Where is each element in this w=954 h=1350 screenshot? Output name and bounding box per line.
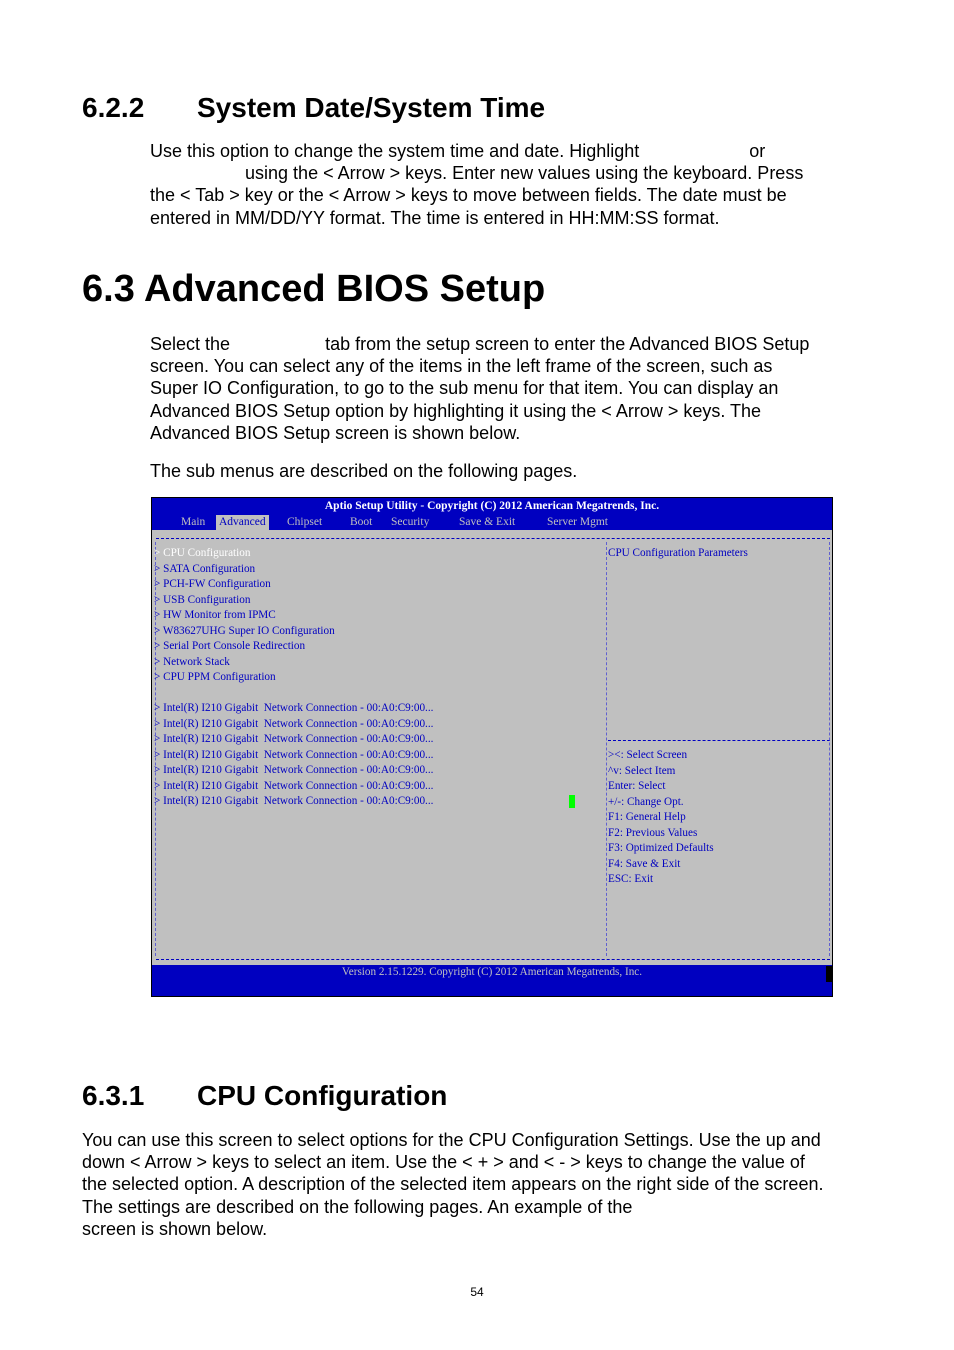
- bios-menu-item[interactable]: > USB Configuration: [154, 593, 250, 609]
- bios-menu-item[interactable]: > W83627UHG Super IO Configuration: [154, 624, 335, 640]
- bios-version-footer: Version 2.15.1229. Copyright (C) 2012 Am…: [341, 966, 643, 978]
- tab-server-mgmt[interactable]: Server Mgmt: [544, 515, 611, 530]
- paragraph-line: Advanced BIOS Setup option by highlighti…: [150, 400, 762, 421]
- key-help-line: F2: Previous Values: [608, 826, 698, 839]
- bios-menu-item[interactable]: > Network Stack: [154, 655, 230, 671]
- bios-body: > CPU Configuration > SATA Configuration >…: [152, 530, 832, 965]
- section-number: 6.2.2: [82, 92, 145, 123]
- tab-security[interactable]: Security: [388, 515, 432, 530]
- tab-chipset[interactable]: Chipset: [284, 515, 325, 530]
- tab-main[interactable]: Main: [178, 515, 208, 530]
- paragraph-line: Use this option to change the system tim…: [150, 141, 766, 161]
- bios-menu-item[interactable]: > Intel(R) I210 Gigabit Network Connecti…: [154, 763, 433, 779]
- bios-menu-item[interactable]: > Intel(R) I210 Gigabit Network Connecti…: [154, 779, 433, 795]
- footer-block: [826, 966, 832, 982]
- right-border: [829, 542, 830, 956]
- bios-menu-item[interactable]: > Intel(R) I210 Gigabit Network Connecti…: [154, 748, 433, 764]
- bios-menu-item[interactable]: > Intel(R) I210 Gigabit Network Connecti…: [154, 794, 433, 810]
- paragraph-line: the selected option. A description of th…: [82, 1174, 824, 1195]
- key-help-line: ESC: Exit: [608, 873, 654, 885]
- help-separator: [608, 740, 830, 741]
- paragraph-line: Super IO Configuration, to go to the sub…: [150, 378, 779, 399]
- bios-menu-item[interactable]: > Serial Port Console Redirection: [154, 639, 305, 655]
- key-help-line: +/-: Change Opt.: [608, 795, 684, 808]
- paragraph-line: The sub menus are described on the follo…: [150, 461, 578, 481]
- tab-save-exit[interactable]: Save & Exit: [456, 515, 518, 530]
- key-help-line: ^v: Select Item: [608, 764, 676, 777]
- paragraph-line: using the < Arrow > keys. Enter new valu…: [150, 163, 804, 184]
- key-help-line: F3: Optimized Defaults: [608, 842, 714, 854]
- section-heading-6-3: 6.3 Advanced BIOS Setup: [82, 267, 545, 311]
- bios-menu-item[interactable]: > Intel(R) I210 Gigabit Network Connecti…: [154, 732, 433, 748]
- bios-setup-screenshot: Aptio Setup Utility - Copyright (C) 2012…: [151, 497, 833, 997]
- bottom-border: [156, 959, 830, 960]
- bios-menu-item[interactable]: > SATA Configuration: [154, 562, 255, 578]
- text-cursor: [569, 795, 575, 808]
- section-number: 6.3: [82, 268, 135, 310]
- paragraph-line: The settings are described on the follow…: [82, 1196, 633, 1217]
- item-description: CPU Configuration Parameters: [608, 547, 748, 559]
- tab-advanced[interactable]: Advanced: [216, 515, 269, 530]
- paragraph-line: Advanced BIOS Setup screen is shown belo…: [150, 422, 521, 443]
- paragraph-line: screen. You can select any of the items …: [150, 356, 773, 377]
- bios-menu-item[interactable]: > HW Monitor from IPMC: [154, 608, 276, 624]
- section-title: System Date/System Time: [197, 92, 546, 123]
- sub-menus-note: The sub menus are described on the follo…: [150, 460, 577, 482]
- cpu-configuration-paragraph: You can use this screen to select option…: [82, 1129, 823, 1240]
- system-date-time-paragraph: Use this option to change the system tim…: [150, 140, 803, 229]
- key-help-line: ><: Select Screen: [608, 749, 688, 761]
- paragraph-line: You can use this screen to select option…: [82, 1130, 821, 1150]
- bios-menu-item[interactable]: > CPU Configuration: [154, 546, 250, 562]
- bios-title-bar: Aptio Setup Utility - Copyright (C) 2012…: [324, 500, 660, 512]
- paragraph-line: entered in MM/DD/YY format. The time is …: [150, 207, 720, 228]
- paragraph-line: Select the tab from the setup screen to …: [150, 334, 810, 354]
- section-title: Advanced BIOS Setup: [143, 268, 546, 310]
- panel-divider: [606, 542, 607, 956]
- paragraph-line: down < Arrow > keys to select an item. U…: [82, 1152, 805, 1173]
- paragraph-line: screen is shown below.: [82, 1218, 268, 1239]
- section-title: CPU Configuration: [197, 1080, 448, 1111]
- section-number: 6.3.1: [82, 1080, 145, 1111]
- top-border: [156, 538, 830, 539]
- page-number: 54: [470, 1285, 484, 1299]
- bios-menu-item[interactable]: > Intel(R) I210 Gigabit Network Connecti…: [154, 701, 433, 717]
- advanced-bios-paragraph: Select the tab from the setup screen to …: [150, 333, 809, 444]
- bios-menu-item[interactable]: > Intel(R) I210 Gigabit Network Connecti…: [154, 717, 433, 733]
- paragraph-line: the < Tab > key or the < Arrow > keys to…: [150, 185, 787, 206]
- key-help-line: Enter: Select: [608, 780, 666, 792]
- bios-menu-item[interactable]: > PCH-FW Configuration: [154, 577, 271, 593]
- key-help-line: F4: Save & Exit: [608, 857, 681, 870]
- bios-tab-bar: Main Advanced Chipset Boot Security Save…: [152, 515, 832, 530]
- key-help-line: F1: General Help: [608, 811, 686, 823]
- bios-menu-item[interactable]: > CPU PPM Configuration: [154, 670, 276, 686]
- tab-boot[interactable]: Boot: [347, 515, 375, 530]
